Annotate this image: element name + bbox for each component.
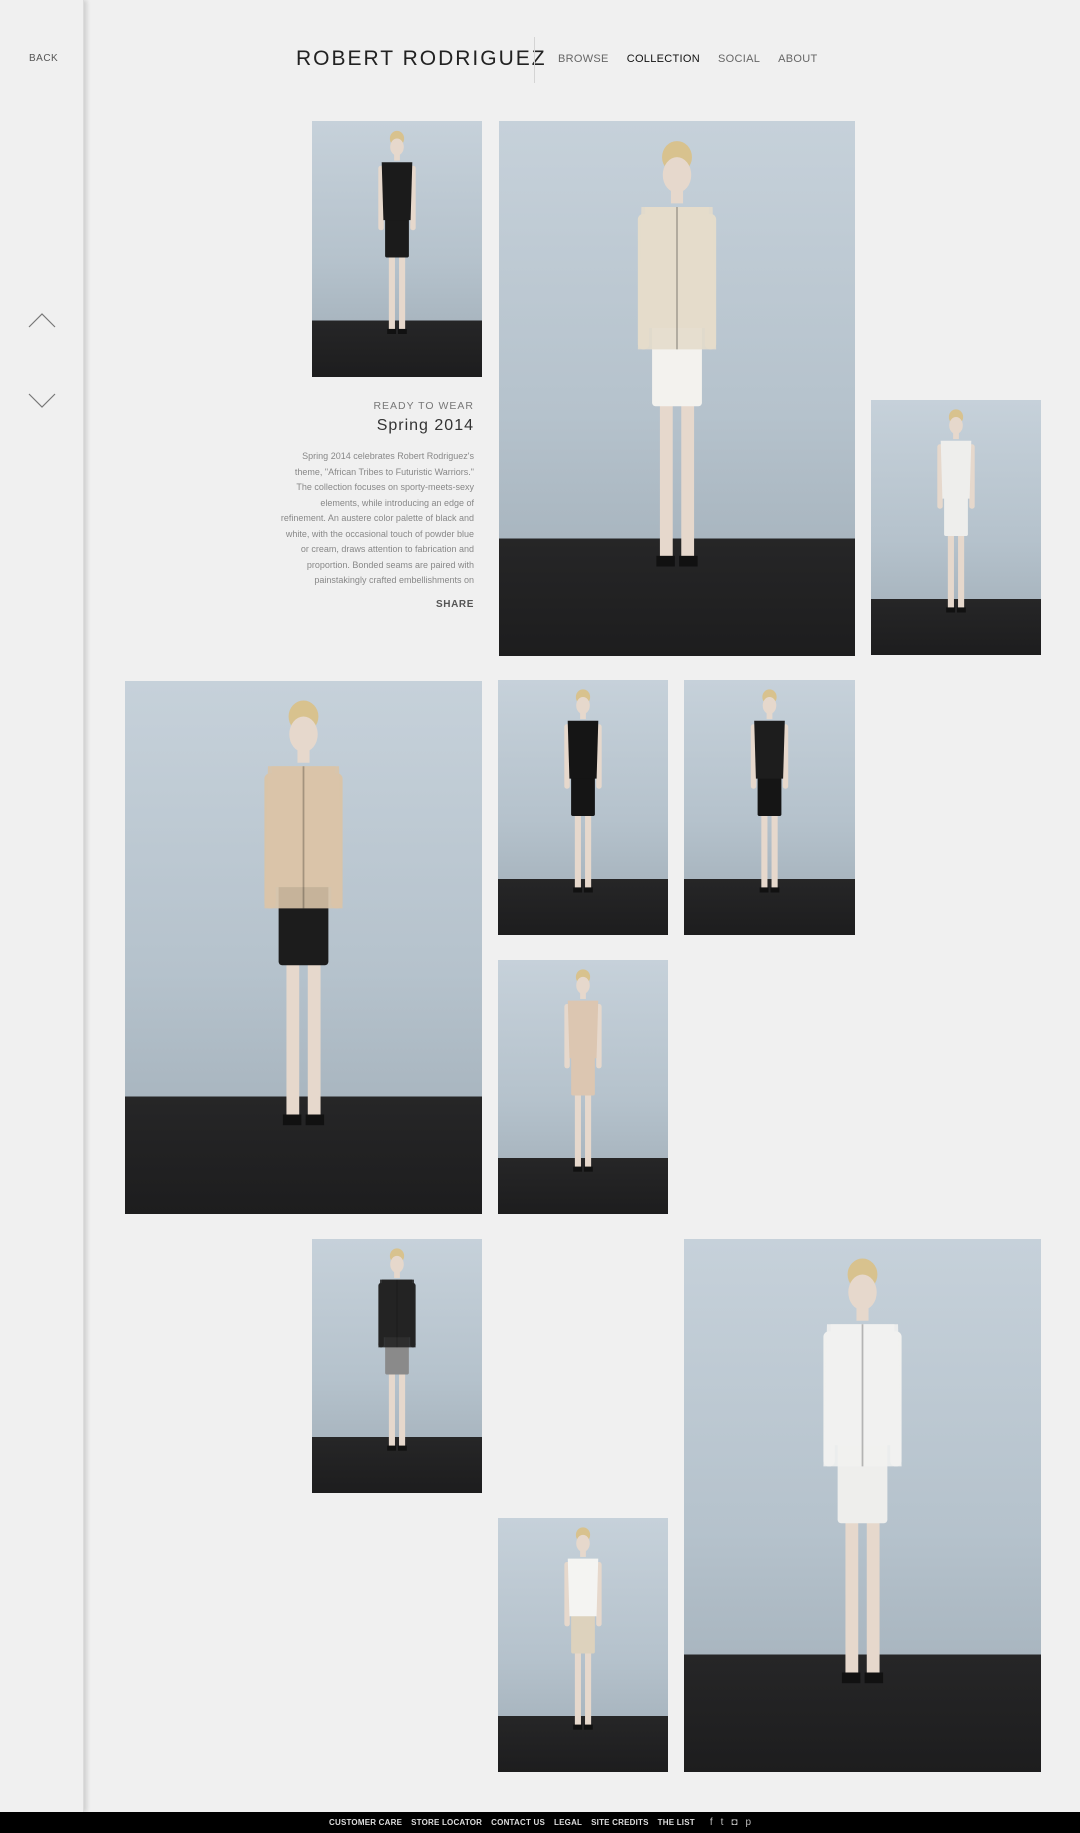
collection-description: Spring 2014 celebrates Robert Rodriguez'… — [280, 451, 474, 585]
look-photo[interactable] — [871, 400, 1041, 655]
model-figure — [264, 700, 343, 1126]
chevron-up-icon[interactable] — [28, 311, 56, 329]
model-figure — [378, 130, 416, 334]
nav-collection[interactable]: COLLECTION — [627, 53, 700, 65]
model-figure — [378, 1248, 416, 1451]
footer-link-store-locator[interactable]: STORE LOCATOR — [411, 1818, 482, 1827]
facebook-icon[interactable]: f — [710, 1817, 713, 1828]
nav-social[interactable]: SOCIAL — [718, 53, 760, 65]
footer: CUSTOMER CARE STORE LOCATOR CONTACT US L… — [0, 1812, 1080, 1833]
footer-link-contact-us[interactable]: CONTACT US — [491, 1818, 545, 1827]
collection-season: Spring 2014 — [376, 417, 474, 434]
chevron-down-icon[interactable] — [28, 392, 56, 410]
nav-browse[interactable]: BROWSE — [558, 53, 609, 65]
collection-category: READY TO WEAR — [373, 400, 474, 412]
brand-logo[interactable]: ROBERT RODRIGUEZ — [296, 47, 547, 71]
model-figure — [750, 689, 789, 893]
look-photo[interactable] — [498, 1518, 668, 1772]
footer-link-customer-care[interactable]: CUSTOMER CARE — [329, 1818, 402, 1827]
back-link[interactable]: BACK — [29, 53, 58, 64]
main-nav: BROWSE COLLECTION SOCIAL ABOUT — [558, 53, 818, 65]
twitter-icon[interactable]: t — [721, 1817, 724, 1828]
share-button[interactable]: SHARE — [278, 599, 474, 610]
model-figure — [937, 409, 975, 613]
model-figure — [564, 1527, 602, 1730]
footer-link-the-list[interactable]: THE LIST — [658, 1818, 695, 1827]
pinterest-icon[interactable]: p — [745, 1817, 751, 1828]
model-figure — [564, 689, 602, 893]
look-photo[interactable] — [499, 121, 855, 656]
side-rail: BACK — [0, 0, 84, 1812]
model-figure — [637, 141, 717, 567]
model-figure — [823, 1258, 902, 1684]
look-photo[interactable] — [684, 1239, 1041, 1772]
instagram-icon[interactable]: ◘ — [731, 1817, 737, 1828]
header-divider — [534, 37, 535, 83]
look-photo[interactable] — [312, 121, 482, 377]
social-icons: f t ◘ p — [710, 1817, 751, 1828]
look-photo[interactable] — [684, 680, 855, 935]
footer-link-legal[interactable]: LEGAL — [554, 1818, 582, 1827]
collection-info: READY TO WEAR Spring 2014 Spring 2014 ce… — [278, 400, 474, 610]
look-photo[interactable] — [498, 960, 668, 1214]
look-photo[interactable] — [498, 680, 668, 935]
model-figure — [564, 969, 602, 1172]
look-photo[interactable] — [312, 1239, 482, 1493]
look-photo[interactable] — [125, 681, 482, 1214]
footer-link-site-credits[interactable]: SITE CREDITS — [591, 1818, 649, 1827]
nav-about[interactable]: ABOUT — [778, 53, 817, 65]
